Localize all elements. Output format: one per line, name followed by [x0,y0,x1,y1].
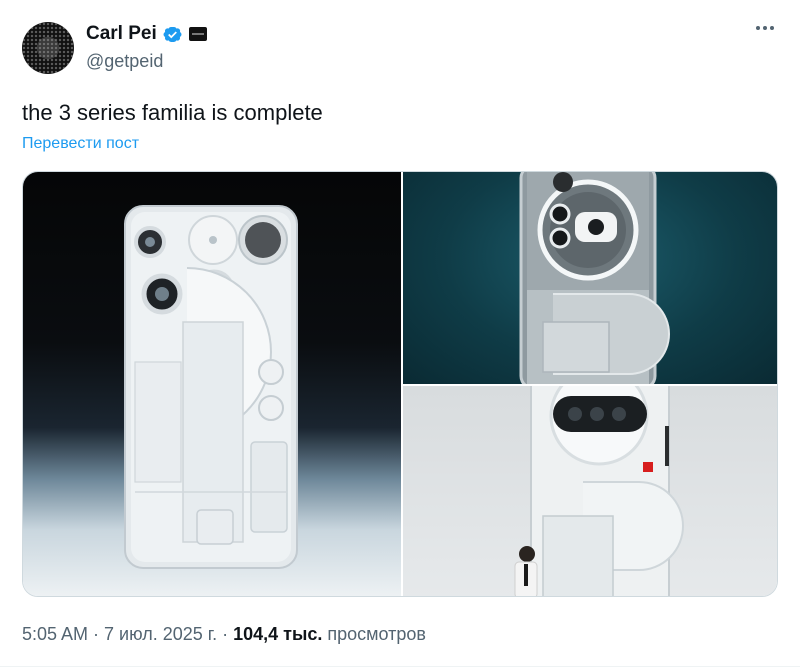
media-image-phone-giant-with-person[interactable] [403,386,777,596]
media-image-phone-closeup-teal[interactable] [403,172,777,384]
author-handle[interactable]: @getpeid [86,51,163,72]
separator: · [222,624,229,644]
giant-phone-illustration [514,386,684,596]
author-name-row: Carl Pei [86,22,207,46]
media-image-phone-back-white[interactable] [23,172,401,596]
tweet-time[interactable]: 5:05 AM [22,624,88,645]
phone-closeup-illustration [519,172,670,384]
author-avatar[interactable] [22,22,74,74]
tweet-footer: 5:05 AM · 7 июл. 2025 г. · 104,4 тыс. пр… [22,624,426,645]
views-label: просмотров [327,624,426,644]
views-count[interactable]: 104,4 тыс. [233,624,322,645]
more-options-icon[interactable] [756,26,774,30]
affiliation-badge-icon[interactable] [188,27,207,41]
separator: · [93,624,100,644]
tweet-date[interactable]: 7 июл. 2025 г. [104,624,217,645]
media-grid [22,171,778,597]
divider [0,666,800,667]
translate-post-link[interactable]: Перевести пост [22,135,139,153]
author-display-name[interactable]: Carl Pei [86,23,157,45]
tweet-text: the 3 series familia is complete [22,100,323,125]
phone-illustration [124,205,298,569]
verified-badge-icon [163,26,182,42]
